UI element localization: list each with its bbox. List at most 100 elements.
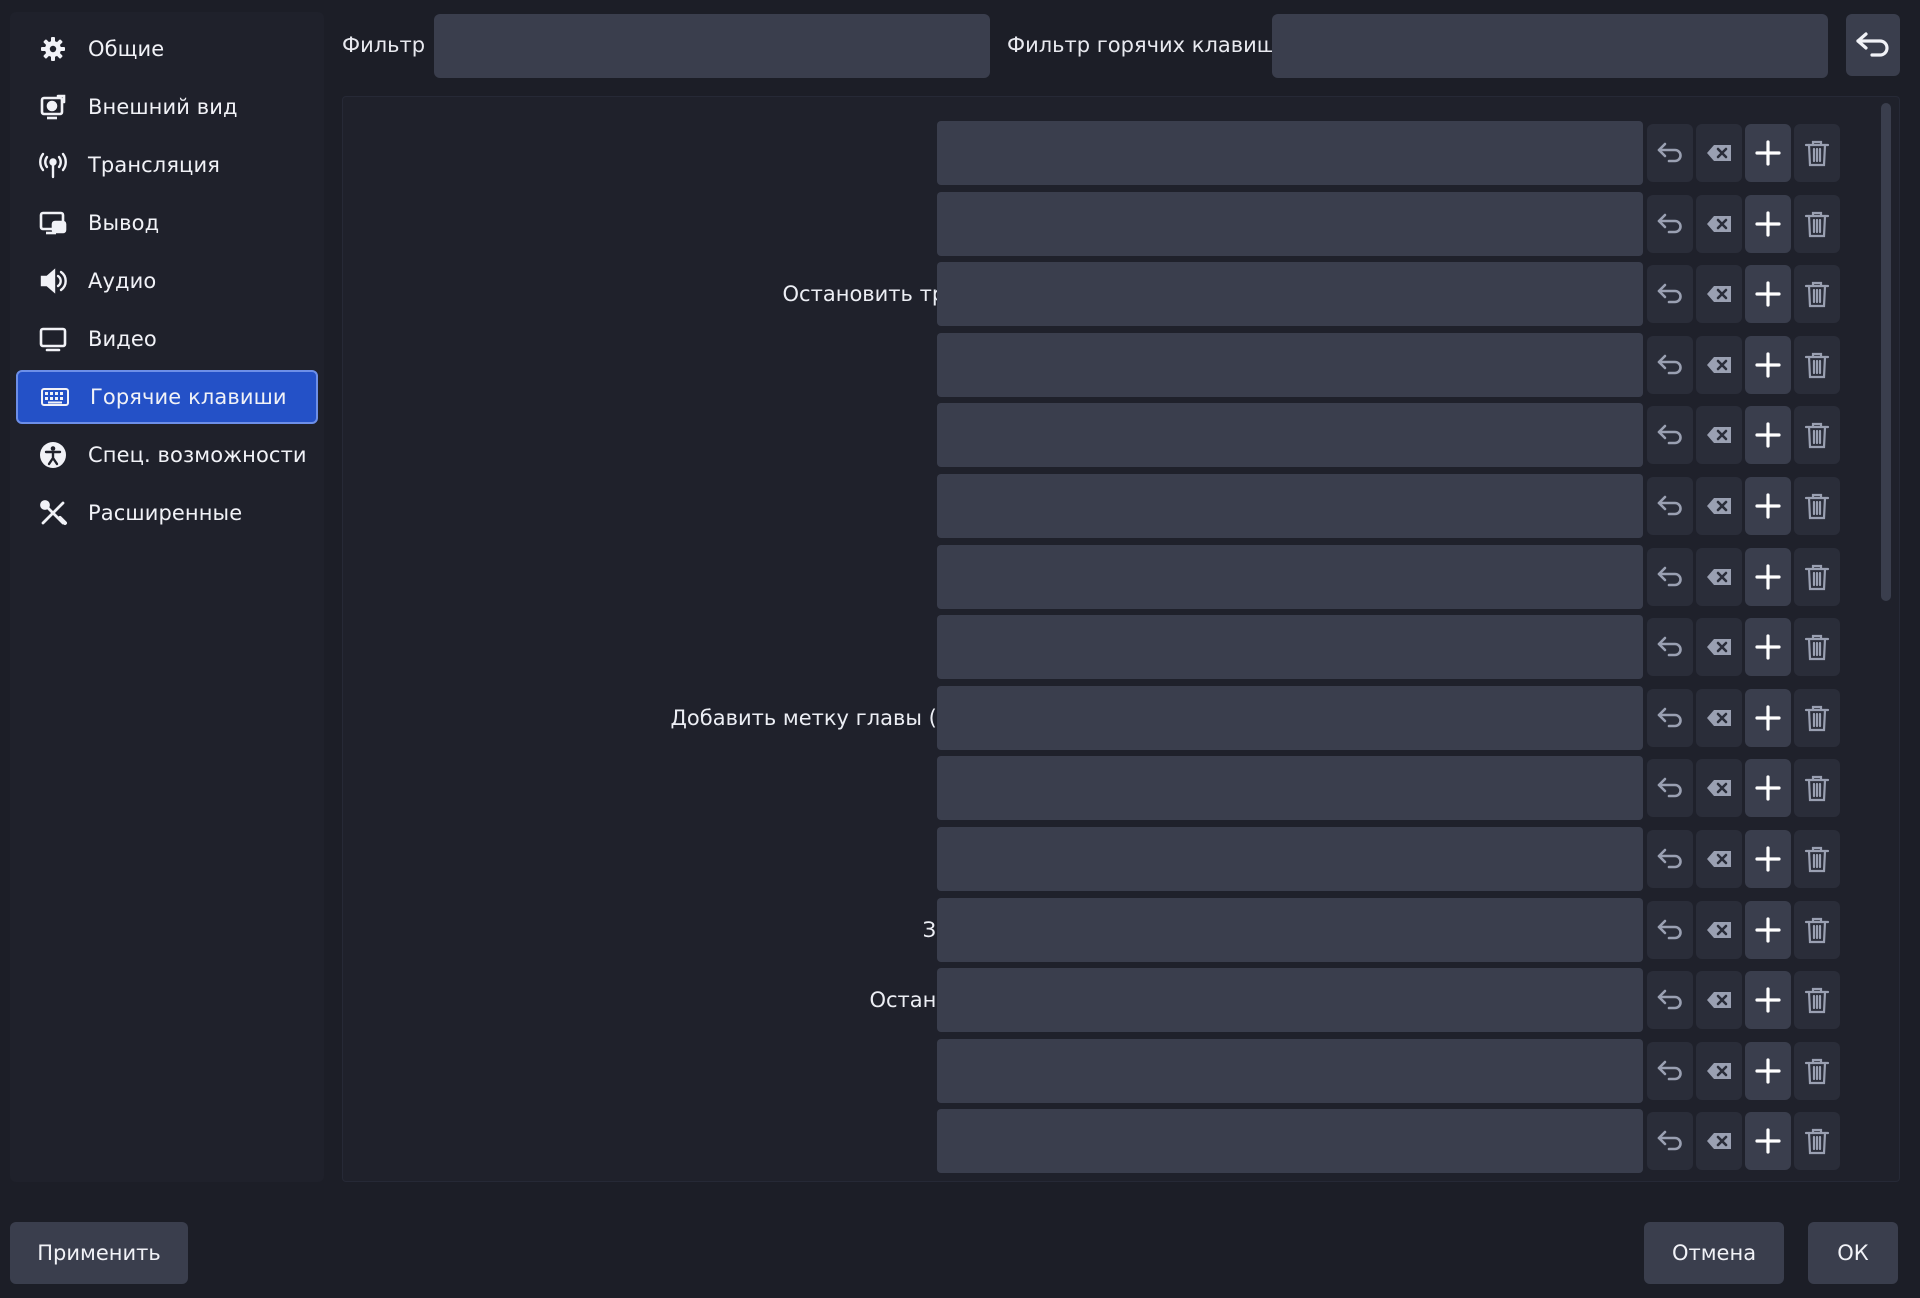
add-button[interactable] — [1745, 688, 1791, 747]
hotkey-input[interactable] — [937, 474, 1643, 538]
sidebar-item-3[interactable]: Вывод — [16, 196, 318, 250]
hotkey-input[interactable] — [937, 827, 1643, 891]
add-button[interactable] — [1745, 265, 1791, 324]
revert-button[interactable] — [1647, 406, 1693, 465]
revert-button[interactable] — [1647, 618, 1693, 677]
hotkey-input[interactable] — [937, 756, 1643, 821]
hotkey-input[interactable] — [937, 332, 1643, 397]
remove-button[interactable] — [1794, 406, 1840, 465]
revert-button[interactable] — [1647, 1041, 1693, 1100]
remove-button[interactable] — [1794, 759, 1840, 818]
hotkey-row: Начать трансляцию * — [343, 121, 1873, 185]
clear-button[interactable] — [1696, 1041, 1742, 1100]
remove-button[interactable] — [1794, 971, 1840, 1030]
revert-button[interactable] — [1647, 477, 1693, 535]
hotkey-input[interactable] — [937, 121, 1643, 185]
clear-button[interactable] — [1696, 335, 1742, 394]
plus-icon — [1753, 844, 1783, 874]
remove-button[interactable] — [1794, 547, 1840, 606]
clear-button[interactable] — [1696, 900, 1742, 959]
remove-button[interactable] — [1794, 477, 1840, 535]
hotkey-input[interactable] — [937, 544, 1643, 609]
apply-button[interactable]: Применить — [10, 1222, 188, 1284]
add-button[interactable] — [1745, 477, 1791, 535]
revert-button[interactable] — [1647, 265, 1693, 324]
settings-sidebar: Общие Внешний вид Трансляция Вывод Аудио Виде… — [10, 12, 324, 1182]
add-button[interactable] — [1745, 335, 1791, 394]
remove-button[interactable] — [1794, 900, 1840, 959]
hotkey-input[interactable] — [937, 1038, 1643, 1103]
scrollbar[interactable] — [1881, 103, 1891, 1177]
clear-button[interactable] — [1696, 688, 1742, 747]
add-button[interactable] — [1745, 1112, 1791, 1171]
clear-button[interactable] — [1696, 265, 1742, 324]
remove-button[interactable] — [1794, 1112, 1840, 1171]
sidebar-item-label: Горячие клавиши — [90, 385, 287, 409]
revert-button[interactable] — [1647, 830, 1693, 888]
undo-icon — [1655, 138, 1685, 168]
remove-button[interactable] — [1794, 688, 1840, 747]
revert-button[interactable] — [1647, 547, 1693, 606]
ok-button[interactable]: ОК — [1808, 1222, 1898, 1284]
revert-button[interactable] — [1647, 759, 1693, 818]
clear-button[interactable] — [1696, 547, 1742, 606]
add-button[interactable] — [1745, 971, 1791, 1030]
revert-button[interactable] — [1647, 335, 1693, 394]
sidebar-item-0[interactable]: Общие — [16, 22, 318, 76]
add-button[interactable] — [1745, 194, 1791, 253]
clear-button[interactable] — [1696, 477, 1742, 535]
hotkey-row: Остановить виртуальную камеру * — [343, 968, 1873, 1033]
remove-button[interactable] — [1794, 830, 1840, 888]
cancel-button[interactable]: Отмена — [1644, 1222, 1784, 1284]
add-button[interactable] — [1745, 1041, 1791, 1100]
remove-button[interactable] — [1794, 618, 1840, 677]
remove-button[interactable] — [1794, 265, 1840, 324]
revert-button[interactable] — [1647, 688, 1693, 747]
add-button[interactable] — [1745, 900, 1791, 959]
clear-button[interactable] — [1696, 1112, 1742, 1171]
hotkey-filter-input[interactable] — [1272, 14, 1828, 78]
filter-input[interactable] — [434, 14, 990, 78]
hotkey-input[interactable] — [937, 1109, 1643, 1174]
revert-button[interactable] — [1647, 1112, 1693, 1171]
remove-button[interactable] — [1794, 335, 1840, 394]
hotkey-input[interactable] — [937, 685, 1643, 750]
add-button[interactable] — [1745, 124, 1791, 182]
clear-button[interactable] — [1696, 124, 1742, 182]
sidebar-item-7[interactable]: Спец. возможности — [16, 428, 318, 482]
sidebar-item-5[interactable]: Видео — [16, 312, 318, 366]
hotkey-input[interactable] — [937, 262, 1643, 327]
scrollbar-thumb[interactable] — [1881, 103, 1891, 601]
clear-button[interactable] — [1696, 406, 1742, 465]
sidebar-item-6[interactable]: Горячие клавиши — [16, 370, 318, 424]
remove-button[interactable] — [1794, 194, 1840, 253]
remove-button[interactable] — [1794, 1041, 1840, 1100]
add-button[interactable] — [1745, 759, 1791, 818]
sidebar-item-2[interactable]: Трансляция — [16, 138, 318, 192]
sidebar-item-4[interactable]: Аудио — [16, 254, 318, 308]
sidebar-item-1[interactable]: Внешний вид — [16, 80, 318, 134]
revert-button[interactable] — [1647, 900, 1693, 959]
clear-button[interactable] — [1696, 830, 1742, 888]
revert-button[interactable] — [1647, 124, 1693, 182]
revert-button[interactable] — [1647, 194, 1693, 253]
add-button[interactable] — [1745, 406, 1791, 465]
hotkey-input[interactable] — [937, 968, 1643, 1033]
clear-icon — [1704, 703, 1734, 733]
hotkey-input[interactable] — [937, 615, 1643, 680]
remove-button[interactable] — [1794, 124, 1840, 182]
clear-button[interactable] — [1696, 759, 1742, 818]
add-button[interactable] — [1745, 547, 1791, 606]
reset-filter-button[interactable] — [1846, 14, 1900, 76]
clear-button[interactable] — [1696, 971, 1742, 1030]
sidebar-item-label: Спец. возможности — [88, 443, 307, 467]
hotkey-input[interactable] — [937, 403, 1643, 468]
hotkey-input[interactable] — [937, 897, 1643, 962]
sidebar-item-8[interactable]: Расширенные — [16, 486, 318, 540]
revert-button[interactable] — [1647, 971, 1693, 1030]
add-button[interactable] — [1745, 830, 1791, 888]
add-button[interactable] — [1745, 618, 1791, 677]
hotkey-input[interactable] — [937, 191, 1643, 256]
clear-button[interactable] — [1696, 618, 1742, 677]
clear-button[interactable] — [1696, 194, 1742, 253]
